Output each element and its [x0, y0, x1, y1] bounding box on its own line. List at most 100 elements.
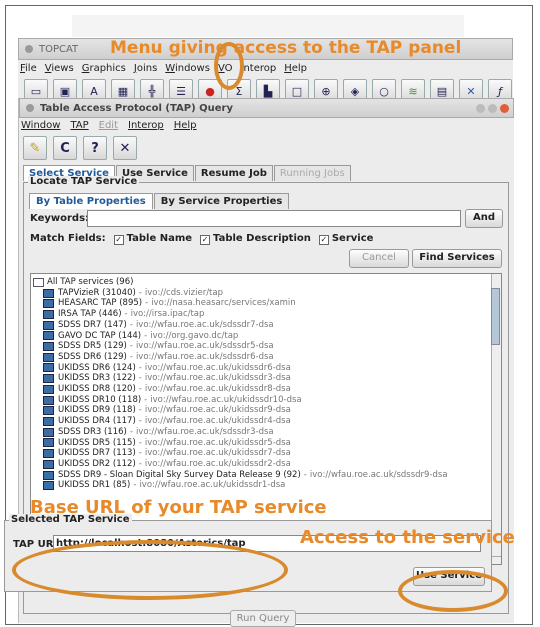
service-id: ivo://wfau.roe.ac.uk/sdssdr9-dsa	[309, 469, 448, 480]
service-node[interactable]: UKIDSS DR1 (85) - ivo://wfau.roe.ac.uk/uki…	[33, 480, 501, 491]
service-icon	[43, 309, 54, 319]
match-fields-label: Match Fields:	[30, 233, 106, 244]
service-node[interactable]: SDSS DR3 (116) - ivo://wfau.roe.ac.uk/sdss…	[33, 427, 501, 438]
service-icon	[43, 459, 54, 469]
service-id: ivo://wfau.roe.ac.uk/sdssdr5-dsa	[135, 341, 274, 352]
service-name: UKIDSS DR9 (118)	[58, 405, 136, 416]
service-node[interactable]: IRSA TAP (446) - ivo://irsa.ipac/tap	[33, 309, 501, 320]
menu-windows[interactable]: Windows	[165, 63, 210, 74]
tap-menu-edit: Edit	[98, 120, 119, 131]
tree-root[interactable]: All TAP services (96)	[33, 277, 501, 288]
run-query-button: Run Query	[230, 610, 296, 627]
service-name: UKIDSS DR5 (115)	[58, 437, 136, 448]
service-name: GAVO DC TAP (144)	[58, 330, 142, 341]
service-icon	[43, 363, 54, 373]
service-id: ivo://wfau.roe.ac.uk/sdssdr6-dsa	[135, 351, 274, 362]
service-node[interactable]: TAPVizieR (31040) - ivo://cds.vizier/tap	[33, 288, 501, 299]
service-node[interactable]: SDSS DR7 (147) - ivo://wfau.roe.ac.uk/sdss…	[33, 320, 501, 331]
service-checkbox[interactable]: ✓	[318, 234, 329, 245]
service-node[interactable]: UKIDSS DR8 (120) - ivo://wfau.roe.ac.uk/uk…	[33, 384, 501, 395]
service-id: ivo://wfau.roe.ac.uk/sdssdr7-dsa	[135, 319, 274, 330]
table-description-label: Table Description	[213, 233, 311, 244]
service-icon	[43, 299, 54, 309]
menu-views[interactable]: Views	[45, 63, 74, 74]
tap-window-title: Table Access Protocol (TAP) Query	[40, 102, 233, 114]
menu-help[interactable]: Help	[284, 63, 307, 74]
service-name: TAPVizieR (31040)	[58, 287, 136, 298]
menu-joins[interactable]: Joins	[134, 63, 157, 74]
service-icon	[43, 331, 54, 341]
window-controls	[476, 103, 509, 113]
tap-menu-help[interactable]: Help	[174, 120, 197, 131]
tap-menu-window[interactable]: Window	[21, 120, 60, 131]
service-icon	[43, 416, 54, 426]
close-icon[interactable]	[500, 103, 509, 113]
service-node[interactable]: UKIDSS DR9 (118) - ivo://wfau.roe.ac.uk/uk…	[33, 405, 501, 416]
service-icon	[43, 406, 54, 416]
service-id: ivo://wfau.roe.ac.uk/ukidssdr7-dsa	[144, 448, 291, 459]
minimize-icon[interactable]	[476, 103, 485, 113]
service-id: ivo://wfau.roe.ac.uk/ukidssdr9-dsa	[144, 405, 291, 416]
tab-resume-job[interactable]: Resume Job	[194, 165, 273, 181]
service-node[interactable]: SDSS DR6 (129) - ivo://wfau.roe.ac.uk/sdss…	[33, 352, 501, 363]
help-icon[interactable]: ?	[83, 136, 107, 160]
tap-toolbar: ✎ C ? ✕	[19, 133, 514, 163]
service-icon	[43, 288, 54, 298]
service-name: UKIDSS DR2 (112)	[58, 458, 136, 469]
service-id: ivo://wfau.roe.ac.uk/ukidssdr4-dsa	[144, 416, 291, 427]
subtab-table-properties[interactable]: By Table Properties	[29, 193, 153, 209]
service-id: ivo://wfau.roe.ac.uk/ukidssdr2-dsa	[144, 458, 291, 469]
tab-running-jobs: Running Jobs	[273, 165, 351, 181]
vo-menu-highlight	[214, 42, 244, 90]
table-name-checkbox[interactable]: ✓	[113, 234, 124, 245]
service-node[interactable]: UKIDSS DR4 (117) - ivo://wfau.roe.ac.uk/uk…	[33, 416, 501, 427]
find-services-button[interactable]: Find Services	[412, 249, 502, 268]
tap-titlebar: Table Access Protocol (TAP) Query	[19, 98, 514, 118]
service-icon	[43, 352, 54, 362]
service-id: ivo://wfau.roe.ac.uk/ukidssdr3-dsa	[144, 373, 291, 384]
tree-root-label: All TAP services (96)	[47, 277, 134, 287]
service-node[interactable]: UKIDSS DR10 (118) - ivo://wfau.roe.ac.uk/u…	[33, 395, 501, 406]
service-node[interactable]: UKIDSS DR3 (122) - ivo://wfau.roe.ac.uk/uk…	[33, 373, 501, 384]
service-icon	[43, 384, 54, 394]
service-id: ivo://irsa.ipac/tap	[130, 309, 205, 320]
service-icon	[43, 438, 54, 448]
scroll-thumb[interactable]	[491, 288, 500, 345]
keywords-input[interactable]	[87, 210, 461, 227]
service-node[interactable]: UKIDSS DR2 (112) - ivo://wfau.roe.ac.uk/uk…	[33, 459, 501, 470]
service-node[interactable]: SDSS DR9 - Sloan Digital Sky Survey Data…	[33, 470, 501, 481]
service-node[interactable]: UKIDSS DR5 (115) - ivo://wfau.roe.ac.uk/uk…	[33, 438, 501, 449]
reload-icon[interactable]: C	[53, 136, 77, 160]
close-window-icon[interactable]: ✕	[113, 136, 137, 160]
table-name-label: Table Name	[126, 233, 193, 244]
and-button[interactable]: And	[465, 209, 503, 228]
maximize-icon[interactable]	[488, 103, 497, 113]
service-node[interactable]: UKIDSS DR7 (113) - ivo://wfau.roe.ac.uk/uk…	[33, 448, 501, 459]
service-name: UKIDSS DR3 (122)	[58, 373, 136, 384]
tree-vertical-scrollbar[interactable]	[491, 274, 501, 564]
service-name: UKIDSS DR4 (117)	[58, 416, 136, 427]
background-band	[72, 15, 464, 37]
subtab-service-properties[interactable]: By Service Properties	[153, 193, 290, 209]
table-description-checkbox[interactable]: ✓	[200, 234, 211, 245]
service-name: SDSS DR9 - Sloan Digital Sky Survey Data…	[58, 469, 301, 480]
service-node[interactable]: HEASARC TAP (895) - ivo://nasa.heasarc/ser…	[33, 298, 501, 309]
service-node[interactable]: SDSS DR5 (129) - ivo://wfau.roe.ac.uk/sdss…	[33, 341, 501, 352]
service-icon	[43, 342, 54, 352]
service-icon	[43, 320, 54, 330]
pin-icon[interactable]: ✎	[23, 136, 47, 160]
use-service-highlight	[398, 570, 508, 612]
service-node[interactable]: GAVO DC TAP (144) - ivo://org.gavo.dc/tap	[33, 331, 501, 342]
menu-graphics[interactable]: Graphics	[82, 63, 126, 74]
tap-menu-interop[interactable]: Interop	[128, 120, 164, 131]
tap-menu-tap[interactable]: TAP	[70, 120, 88, 131]
menu-file[interactable]: File	[20, 63, 37, 74]
window-dot-icon	[25, 45, 33, 53]
service-name: UKIDSS DR10 (118)	[58, 394, 142, 405]
menu-interop[interactable]: Interop	[240, 63, 276, 74]
topcat-menubar: File Views Graphics Joins Windows VO Int…	[18, 60, 513, 76]
service-name: UKIDSS DR7 (113)	[58, 448, 136, 459]
service-icon	[43, 395, 54, 405]
service-id: ivo://org.gavo.dc/tap	[150, 330, 239, 341]
service-node[interactable]: UKIDSS DR6 (124) - ivo://wfau.roe.ac.uk/uk…	[33, 363, 501, 374]
